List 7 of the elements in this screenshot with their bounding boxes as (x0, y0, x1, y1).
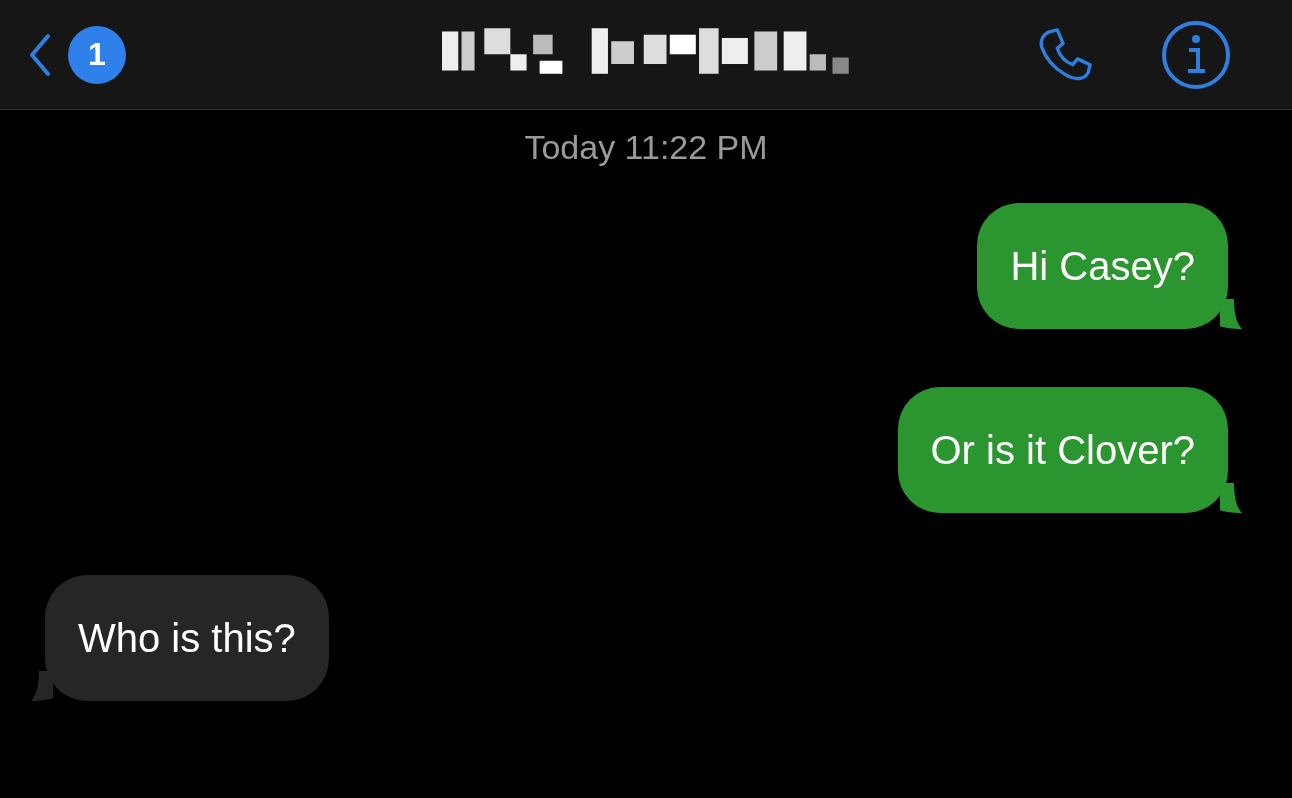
info-icon[interactable] (1160, 18, 1232, 91)
message-bubble: Who is this? (45, 575, 329, 701)
back-chevron-icon[interactable] (28, 32, 52, 77)
timestamp: Today 11:22 PM (523, 128, 769, 167)
message-bubble: Hi Casey? (977, 203, 1228, 329)
unread-count-badge: 1 (68, 25, 126, 84)
message-bubble: Or is it Clover? (897, 387, 1228, 513)
